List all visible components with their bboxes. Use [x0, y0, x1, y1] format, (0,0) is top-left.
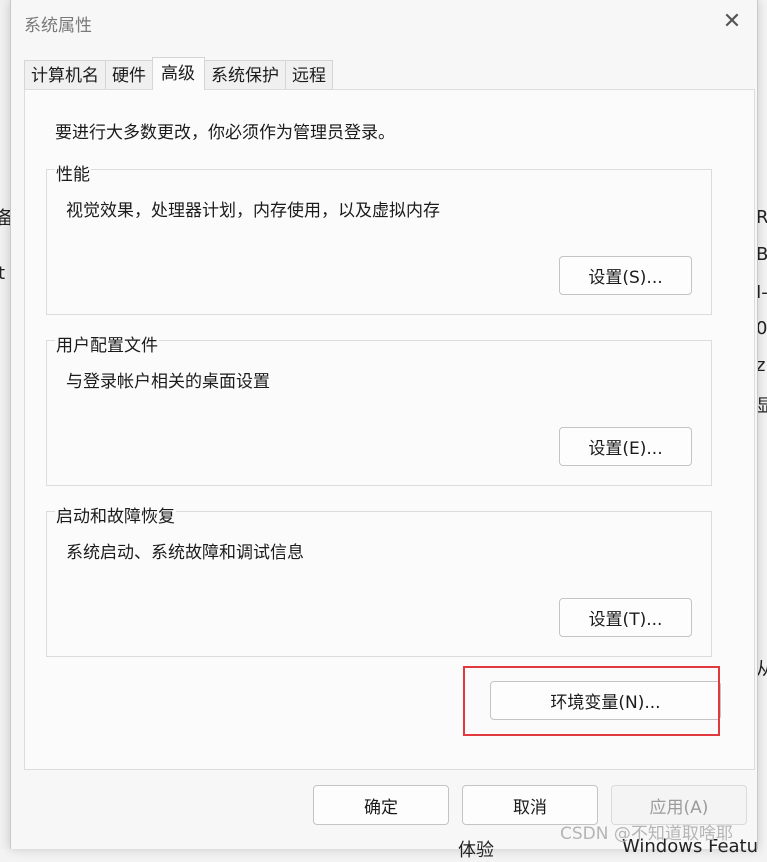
performance-label: 性能: [55, 160, 91, 185]
user-profiles-label: 用户配置文件: [55, 331, 159, 356]
startup-recovery-settings-button[interactable]: 设置(T)...: [559, 598, 692, 637]
performance-group: 性能 视觉效果，处理器计划，内存使用，以及虚拟内存 设置(S)...: [46, 160, 712, 315]
user-profiles-settings-button[interactable]: 设置(E)...: [559, 427, 692, 466]
startup-recovery-group: 启动和故障恢复 系统启动、系统故障和调试信息 设置(T)...: [46, 502, 712, 657]
background-text: 体验: [458, 840, 494, 861]
performance-settings-button[interactable]: 设置(S)...: [559, 256, 692, 295]
ok-button[interactable]: 确定: [313, 785, 449, 825]
tab-advanced[interactable]: 高级: [152, 57, 205, 90]
csdn-watermark: CSDN @不知道取啥耶: [560, 824, 733, 844]
tab-remote[interactable]: 远程: [285, 60, 333, 90]
tab-bar: 计算机名 硬件 高级 系统保护 远程: [24, 57, 333, 90]
performance-description: 视觉效果，处理器计划，内存使用，以及虚拟内存: [66, 201, 440, 221]
startup-recovery-description: 系统启动、系统故障和调试信息: [66, 543, 304, 563]
close-icon: ✕: [722, 8, 742, 34]
background-window-left: 备 t: [0, 0, 14, 849]
background-text: t: [0, 263, 6, 284]
tab-system-protection[interactable]: 系统保护: [204, 60, 286, 90]
close-button[interactable]: ✕: [715, 6, 749, 36]
highlight-annotation-box: [463, 666, 720, 736]
user-profiles-description: 与登录帐户相关的桌面设置: [66, 372, 270, 392]
admin-notice: 要进行大多数更改，你必须作为管理员登录。: [55, 123, 395, 143]
tab-hardware[interactable]: 硬件: [105, 60, 153, 90]
dialog-title: 系统属性: [24, 16, 92, 36]
tab-computer-name[interactable]: 计算机名: [24, 60, 106, 90]
startup-recovery-label: 启动和故障恢复: [55, 502, 176, 527]
user-profiles-group: 用户配置文件 与登录帐户相关的桌面设置 设置(E)...: [46, 331, 712, 486]
